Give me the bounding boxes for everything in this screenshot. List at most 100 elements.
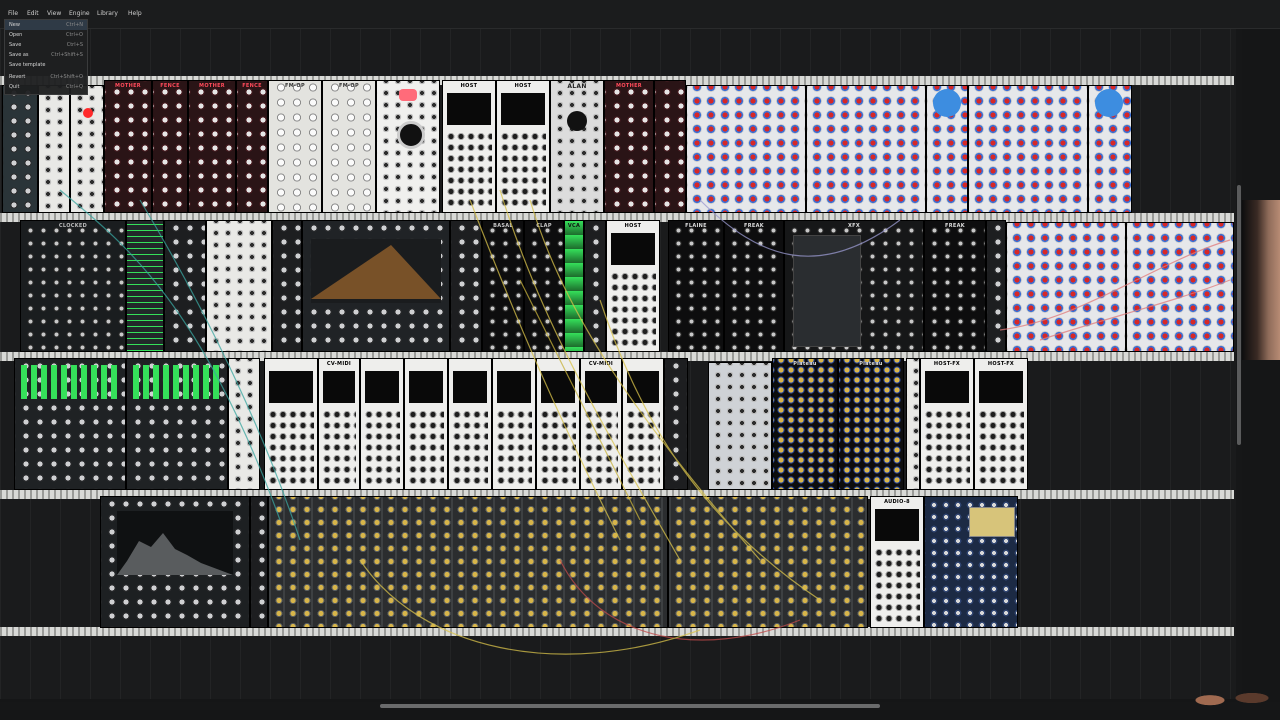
module-host[interactable]: HOST [606, 220, 660, 352]
menu-library[interactable]: Library [97, 10, 118, 17]
module-basal[interactable]: BASAL [482, 220, 524, 352]
module-midi[interactable] [536, 358, 580, 490]
module-fm-op[interactable]: FM-OP [268, 80, 322, 213]
module-vco[interactable] [70, 85, 104, 213]
module-utility[interactable] [38, 85, 70, 213]
big-knob-icon[interactable] [397, 121, 425, 149]
horizontal-scroll-thumb[interactable] [380, 704, 880, 708]
menu-item-save-as[interactable]: Save as Ctrl+Shift+S [5, 50, 87, 60]
module-audio[interactable]: AUDIO-8 [870, 496, 924, 628]
module-utility[interactable] [584, 220, 606, 352]
menu-item-open[interactable]: Open Ctrl+O [5, 30, 87, 40]
module-clock-util[interactable] [164, 220, 206, 352]
module-midi[interactable] [448, 358, 492, 490]
module-hybrid-mixer[interactable] [126, 358, 228, 490]
module-clock-display[interactable] [126, 220, 164, 352]
module-host[interactable]: HOST [442, 80, 496, 213]
module-hybrid-mixer[interactable] [14, 358, 126, 490]
menu-file[interactable]: File [8, 10, 18, 17]
module-shape-master[interactable] [302, 220, 450, 352]
module-fence[interactable] [654, 80, 686, 213]
module-fence[interactable]: FENCE [236, 80, 268, 213]
jack-grid[interactable] [322, 409, 356, 485]
module-host-fx[interactable]: HOST-FX [974, 358, 1028, 490]
module-host[interactable] [264, 358, 318, 490]
module-envelope[interactable] [376, 80, 440, 213]
module-host[interactable]: HOST [496, 80, 550, 213]
module-plateau[interactable]: Plateau [772, 358, 838, 490]
webcam-overlay-faces [1180, 676, 1280, 720]
module-bogaudio[interactable] [926, 85, 968, 213]
menu-help[interactable]: Help [128, 10, 142, 17]
module-midi[interactable] [404, 358, 448, 490]
module-clocked[interactable]: CLOCKED [20, 220, 126, 352]
module-scope-small[interactable] [2, 85, 38, 213]
xfx-display [793, 235, 861, 347]
blue-knob-icon[interactable] [933, 89, 961, 117]
module-bogaudio[interactable] [686, 85, 806, 213]
module-cv-midi[interactable]: CV-MIDI [580, 358, 622, 490]
red-knob-icon[interactable] [83, 108, 93, 118]
module-utility[interactable] [450, 220, 482, 352]
menu-item-save[interactable]: Save Ctrl+S [5, 40, 87, 50]
host-screen [447, 93, 491, 125]
module-vca[interactable]: VCA [564, 220, 584, 352]
fader-leds[interactable] [133, 365, 223, 399]
menu-view[interactable]: View [47, 10, 61, 17]
module-bogaudio[interactable] [1006, 222, 1126, 352]
module-bogaudio[interactable] [1088, 85, 1132, 213]
file-menu-dropdown: New Ctrl+N Open Ctrl+O Save Ctrl+S Save as C… [4, 19, 88, 95]
module-utility[interactable] [272, 220, 302, 352]
module-spectrum-eq[interactable] [100, 496, 250, 628]
module-mother[interactable]: MOTHER [188, 80, 236, 213]
module-fm-op[interactable]: FM-OP [322, 80, 376, 213]
menu-engine[interactable]: Engine [69, 10, 90, 17]
spectrum-display [117, 511, 233, 575]
module-bogaudio[interactable] [1126, 222, 1234, 352]
module-midi-cc[interactable] [228, 358, 260, 490]
blue-knob-icon[interactable] [1095, 89, 1123, 117]
menu-item-revert[interactable]: Revert Ctrl+Shift+O [5, 72, 87, 82]
jack-grid[interactable] [268, 409, 314, 485]
menu-item-quit[interactable]: Quit Ctrl+Q [5, 82, 87, 92]
module-alan[interactable]: ALAN [550, 80, 604, 213]
module-mixer[interactable] [268, 496, 668, 628]
module-midi[interactable] [622, 358, 664, 490]
module-fence[interactable]: FENCE [152, 80, 188, 213]
module-freak[interactable]: FREAK [724, 220, 784, 352]
menu-edit[interactable]: Edit [27, 10, 39, 17]
module-mixer[interactable] [668, 496, 868, 628]
alan-knob-icon[interactable] [567, 111, 587, 131]
module-host-fx[interactable]: HOST-FX [920, 358, 974, 490]
module-freak[interactable]: FREAK [924, 220, 986, 352]
vu-meter-icon [969, 507, 1015, 537]
fader-leds[interactable] [21, 365, 121, 399]
module-bogaudio[interactable] [968, 85, 1088, 213]
module-blank [906, 358, 920, 490]
host-screen [269, 371, 313, 403]
pink-led-icon [399, 89, 417, 101]
module-xfx[interactable]: XFX [784, 220, 924, 352]
module-flaine[interactable]: FLAINE [668, 220, 724, 352]
menu-item-save-template[interactable]: Save template [5, 60, 87, 70]
module-midi[interactable] [492, 358, 536, 490]
module-bogaudio[interactable] [806, 85, 926, 213]
module-mother[interactable]: MOTHER [104, 80, 152, 213]
module-cv-midi[interactable]: CV-MIDI [318, 358, 360, 490]
webcam-overlay [1242, 200, 1280, 360]
module-clap[interactable]: CLAP [524, 220, 564, 352]
jack-grid[interactable] [610, 271, 656, 347]
menu-item-new[interactable]: New Ctrl+N [5, 20, 87, 30]
module-utility[interactable] [664, 358, 688, 490]
jack-grid[interactable] [446, 131, 492, 208]
module-midi[interactable] [360, 358, 404, 490]
module-vult[interactable] [986, 220, 1006, 352]
jack-grid[interactable] [500, 131, 546, 208]
module-compressor[interactable] [924, 496, 1018, 628]
vertical-scroll-thumb[interactable] [1237, 185, 1241, 445]
module-plateau[interactable]: Plateau [838, 358, 904, 490]
rack-rail [0, 627, 1234, 636]
module-mother[interactable]: MOTHER [604, 80, 654, 213]
module-trigger-pattern[interactable] [206, 220, 272, 352]
module-vca-mixer[interactable] [708, 362, 772, 490]
